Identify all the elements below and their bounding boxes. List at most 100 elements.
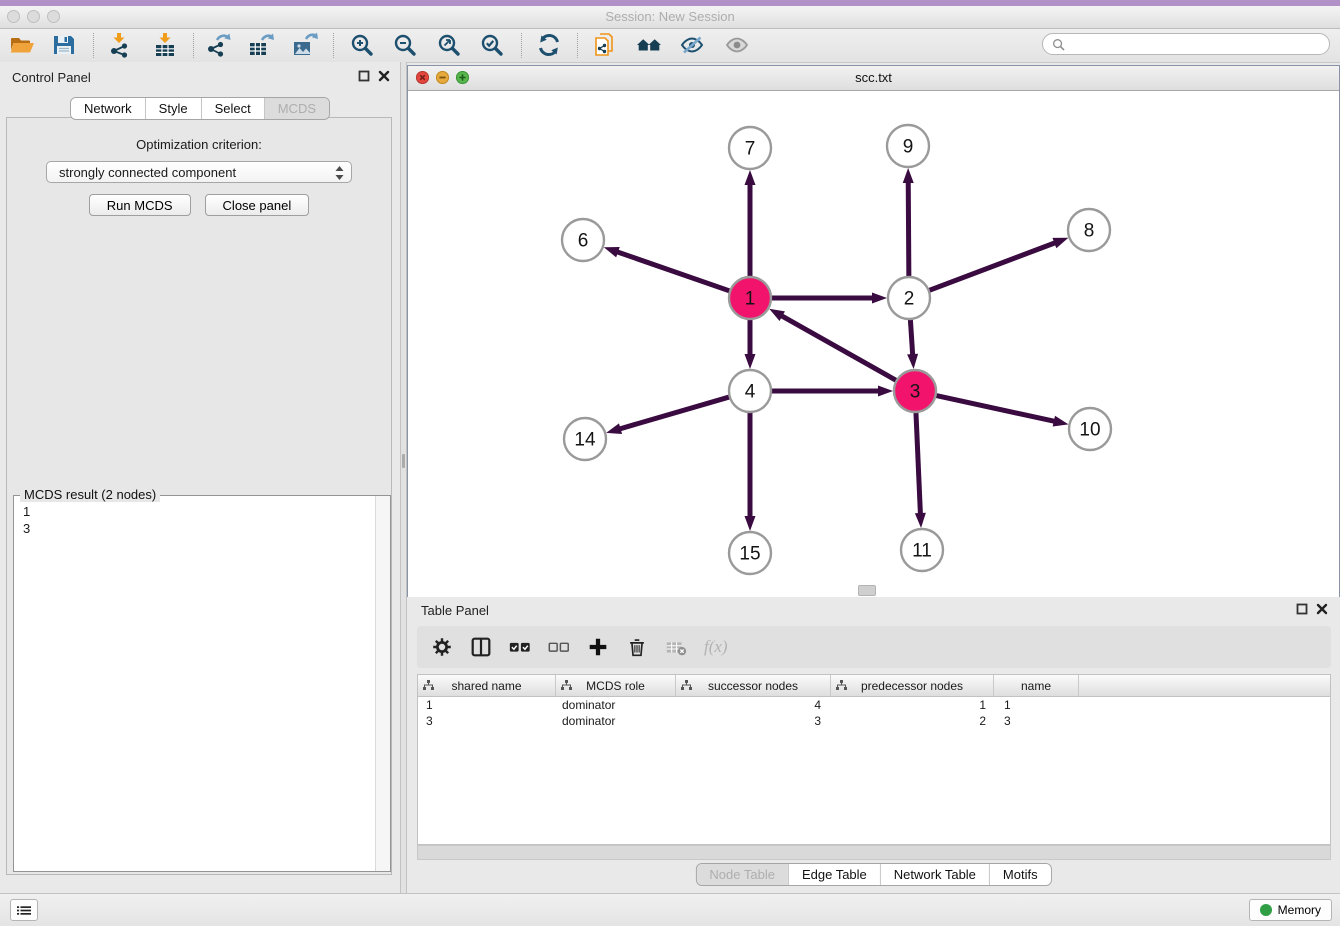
- graph-node-label: 9: [903, 137, 914, 158]
- close-panel-icon[interactable]: [378, 70, 390, 82]
- graph-edge[interactable]: [928, 242, 1057, 291]
- zoom-selected-button[interactable]: [475, 30, 509, 60]
- add-column-button[interactable]: [585, 634, 611, 660]
- tab-network-table[interactable]: Network Table: [880, 864, 989, 885]
- refresh-icon: [536, 32, 562, 58]
- graph-edge[interactable]: [935, 395, 1056, 421]
- table-panel-title: Table Panel: [421, 603, 489, 618]
- document-share-button[interactable]: [588, 30, 622, 60]
- table-cell: 1: [994, 698, 1079, 712]
- graph-node-label: 6: [578, 231, 589, 252]
- delete-column-button[interactable]: [624, 634, 650, 660]
- float-table-panel-icon[interactable]: [1296, 603, 1308, 615]
- hide-panel-button[interactable]: [675, 30, 709, 60]
- maximize-view-button[interactable]: [456, 71, 469, 84]
- graph-edge-arrow: [903, 168, 914, 183]
- home-button[interactable]: [632, 30, 666, 60]
- function-builder-button[interactable]: f(x): [702, 637, 730, 657]
- optimization-criterion-select[interactable]: strongly connected component: [46, 161, 352, 183]
- graph-node-label: 4: [745, 382, 756, 403]
- control-panel: Control Panel Network Style Select MCDS …: [0, 62, 400, 893]
- column-header-successor-nodes[interactable]: successor nodes: [676, 675, 831, 696]
- column-header-mcds-role[interactable]: MCDS role: [556, 675, 676, 696]
- application-window: Session: New Session: [0, 0, 1340, 926]
- network-window-controls: [416, 71, 469, 84]
- toolbar-divider: [93, 33, 94, 58]
- tab-style[interactable]: Style: [145, 98, 201, 119]
- delete-table-icon: [664, 635, 688, 659]
- column-header-shared-name[interactable]: shared name: [418, 675, 556, 696]
- graph-edge-arrow: [604, 247, 620, 257]
- export-table-button[interactable]: [244, 30, 278, 60]
- graph-edge[interactable]: [908, 181, 909, 278]
- search-icon: [1052, 38, 1065, 51]
- table-settings-button[interactable]: [429, 634, 455, 660]
- result-scrollbar[interactable]: [375, 496, 390, 871]
- graph-node-label: 14: [574, 430, 596, 451]
- float-panel-icon[interactable]: [358, 70, 370, 82]
- refresh-button[interactable]: [532, 30, 566, 60]
- select-all-columns-button[interactable]: [507, 634, 533, 660]
- deselect-all-columns-button[interactable]: [546, 634, 572, 660]
- close-table-panel-icon[interactable]: [1316, 603, 1328, 615]
- column-header-predecessor-nodes[interactable]: predecessor nodes: [831, 675, 994, 696]
- network-graph[interactable]: 1234678910111415: [408, 91, 1339, 597]
- zoom-out-button[interactable]: [388, 30, 422, 60]
- memory-button[interactable]: Memory: [1249, 899, 1332, 921]
- task-history-button[interactable]: [10, 899, 38, 921]
- zoom-in-button[interactable]: [345, 30, 379, 60]
- graph-node-label: 7: [745, 139, 756, 160]
- close-view-button[interactable]: [416, 71, 429, 84]
- optimization-criterion-value: strongly connected component: [59, 165, 236, 180]
- network-canvas[interactable]: 1234678910111415: [408, 91, 1339, 597]
- graph-edge-arrow: [878, 386, 893, 397]
- optimization-criterion-label: Optimization criterion:: [7, 137, 391, 152]
- canvas-horizontal-scrollbar[interactable]: [858, 585, 876, 596]
- table-header-row: shared name MCDS role successor nodes: [418, 675, 1330, 697]
- delete-table-button[interactable]: [663, 634, 689, 660]
- zoom-fit-button[interactable]: [432, 30, 466, 60]
- show-panel-button[interactable]: [720, 30, 754, 60]
- column-header-name[interactable]: name: [994, 675, 1079, 696]
- export-image-button[interactable]: [288, 30, 322, 60]
- graph-edge-arrow: [1052, 238, 1068, 248]
- show-columns-button[interactable]: [468, 634, 494, 660]
- import-network-button[interactable]: [102, 30, 136, 60]
- graph-edge-arrow: [745, 354, 756, 369]
- tab-motifs[interactable]: Motifs: [989, 864, 1051, 885]
- search-box[interactable]: [1042, 33, 1330, 55]
- import-table-button[interactable]: [148, 30, 182, 60]
- list-icon: [17, 904, 31, 917]
- import-table-icon: [152, 32, 178, 58]
- table-cell: 1: [831, 698, 994, 712]
- network-view-title: scc.txt: [408, 70, 1339, 85]
- graph-edge[interactable]: [619, 397, 731, 430]
- titlebar: Session: New Session: [0, 6, 1340, 29]
- save-session-button[interactable]: [47, 30, 81, 60]
- graph-edge[interactable]: [916, 411, 921, 515]
- close-panel-button[interactable]: Close panel: [205, 194, 310, 216]
- export-network-button[interactable]: [201, 30, 235, 60]
- tab-network[interactable]: Network: [71, 98, 145, 119]
- search-input[interactable]: [1071, 36, 1320, 52]
- table-tabs: Node Table Edge Table Network Table Moti…: [695, 863, 1051, 886]
- run-mcds-button[interactable]: Run MCDS: [89, 194, 191, 216]
- table-row[interactable]: 1dominator411: [418, 697, 1330, 713]
- unchecked-boxes-icon: [547, 635, 571, 659]
- table-horizontal-scrollbar[interactable]: [417, 845, 1331, 860]
- graph-edge[interactable]: [616, 251, 731, 291]
- export-table-icon: [248, 32, 274, 58]
- table-toolbar: f(x): [417, 626, 1331, 668]
- tree-icon: [681, 680, 692, 694]
- graph-edge-arrow: [606, 423, 622, 434]
- table-row[interactable]: 3dominator323: [418, 713, 1330, 729]
- tab-node-table[interactable]: Node Table: [696, 864, 788, 885]
- graph-edge[interactable]: [780, 315, 897, 381]
- tab-edge-table[interactable]: Edge Table: [788, 864, 880, 885]
- tab-select[interactable]: Select: [201, 98, 264, 119]
- graph-edge[interactable]: [910, 318, 912, 356]
- minimize-view-button[interactable]: [436, 71, 449, 84]
- panel-splitter[interactable]: [400, 62, 407, 893]
- open-session-button[interactable]: [5, 30, 39, 60]
- tab-mcds[interactable]: MCDS: [264, 98, 329, 119]
